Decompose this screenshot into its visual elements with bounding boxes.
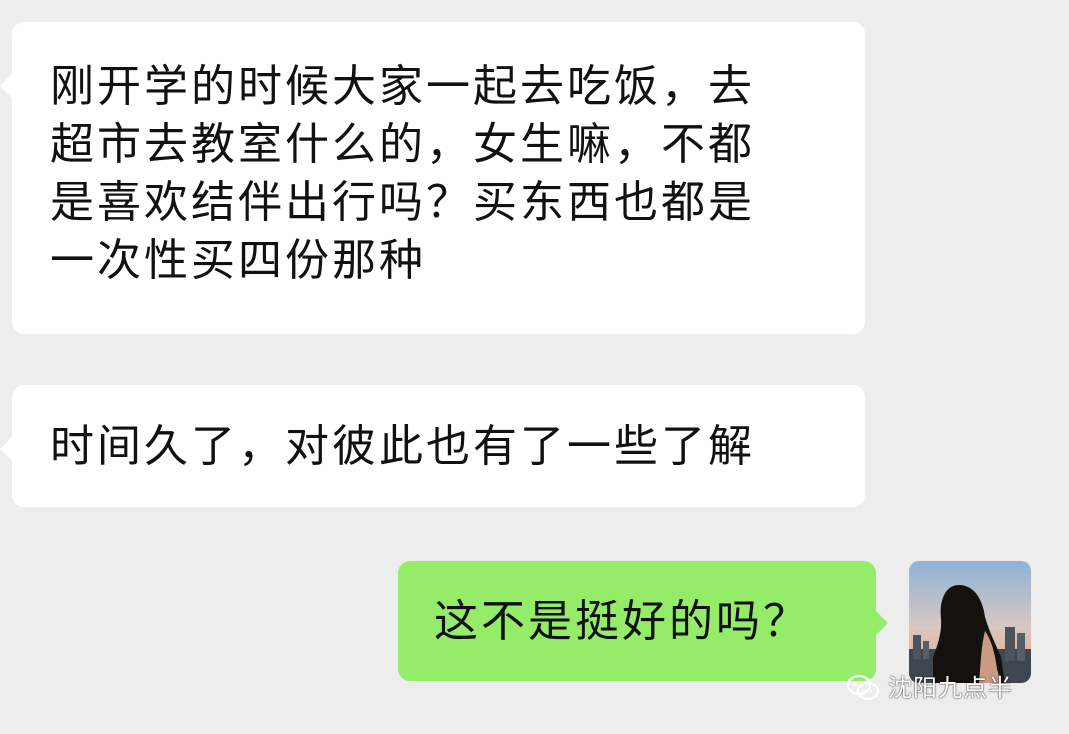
avatar-photo: [909, 561, 1031, 683]
watermark-text: 沈阳九点半: [888, 674, 1013, 702]
incoming-message-bubble[interactable]: 刚开学的时候大家一起去吃饭，去 超市去教室什么的，女生嘛，不都 是喜欢结伴出行吗…: [0, 22, 865, 334]
wechat-icon: [846, 674, 880, 701]
message-text-line: 是喜欢结伴出行吗？买东西也都是: [50, 177, 755, 228]
bubble-tail: [0, 437, 12, 461]
message-text-line: 这不是挺好的吗？: [434, 596, 810, 647]
outgoing-message-bubble[interactable]: 这不是挺好的吗？: [398, 561, 888, 681]
message-text-line: 刚开学的时候大家一起去吃饭，去: [50, 61, 755, 112]
message-text-line: 时间久了，对彼此也有了一些了解: [50, 421, 755, 472]
bubble-tail: [0, 74, 12, 98]
message-text-line: 超市去教室什么的，女生嘛，不都: [50, 119, 755, 170]
message-text-line: 一次性买四份那种: [50, 235, 426, 286]
incoming-message-bubble[interactable]: 时间久了，对彼此也有了一些了解: [0, 385, 865, 507]
watermark: 沈阳九点半: [846, 670, 1013, 706]
avatar[interactable]: [909, 561, 1031, 683]
bubble-tail: [876, 611, 888, 635]
